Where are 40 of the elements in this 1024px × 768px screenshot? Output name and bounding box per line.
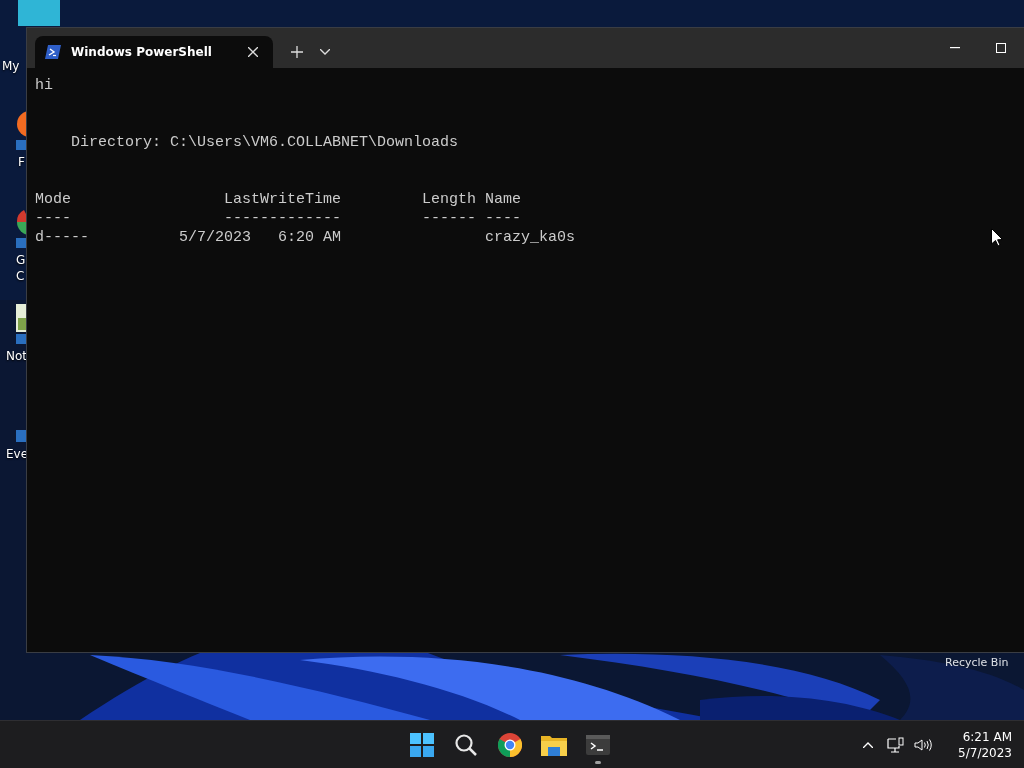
column-header: Mode: [35, 190, 71, 209]
desktop-icon-label: Recycle Bin: [945, 656, 1009, 669]
chrome-icon: [498, 732, 522, 757]
running-indicator: [595, 760, 601, 764]
network-icon[interactable]: [886, 734, 907, 755]
maximize-icon: [996, 43, 1006, 53]
desktop-icon-label: F: [18, 154, 25, 170]
notepad-icon[interactable]: [16, 304, 26, 344]
table-cell: 5/7/2023 6:20 AM: [179, 228, 342, 247]
search-icon: [454, 732, 478, 757]
header-underline: ------: [422, 209, 477, 228]
table-cell: d-----: [35, 228, 89, 247]
clock-date[interactable]: 5/7/2023: [958, 744, 1012, 761]
browser-icon[interactable]: [16, 110, 26, 150]
directory-line: Directory: C:\Users\VM6.COLLABNET\Downloads: [70, 133, 460, 152]
column-header: Name: [484, 190, 522, 209]
header-underline: ----: [35, 209, 71, 228]
desktop-icon-label: G: [16, 252, 26, 268]
table-cell-text: crazy_ka0s: [484, 228, 576, 247]
mouse-cursor-icon: [991, 228, 1003, 247]
browser-icon[interactable]: [16, 208, 26, 248]
desktop-icon-label: C: [16, 268, 25, 284]
header-underline: -------------: [224, 209, 342, 228]
plus-icon: [291, 46, 303, 58]
desktop-icon-label: My: [2, 58, 20, 74]
chevron-down-icon: [320, 49, 330, 55]
folder-icon: [541, 733, 567, 756]
close-icon: [248, 47, 258, 57]
header-underline: ----: [484, 209, 522, 228]
terminal-tab[interactable]: Windows PowerShell: [35, 36, 273, 68]
console-output: hi: [35, 76, 54, 95]
desktop-icon-label: Not: [6, 348, 28, 364]
column-header: LastWriteTime: [224, 190, 342, 209]
column-header: Length: [422, 190, 477, 209]
tab-title: Windows PowerShell: [71, 45, 213, 59]
windows-logo-icon: [410, 732, 434, 757]
powershell-icon: [45, 45, 61, 59]
minimize-icon: [950, 47, 960, 49]
clock-time[interactable]: 6:21 AM: [962, 728, 1012, 745]
terminal-icon: [586, 734, 610, 755]
